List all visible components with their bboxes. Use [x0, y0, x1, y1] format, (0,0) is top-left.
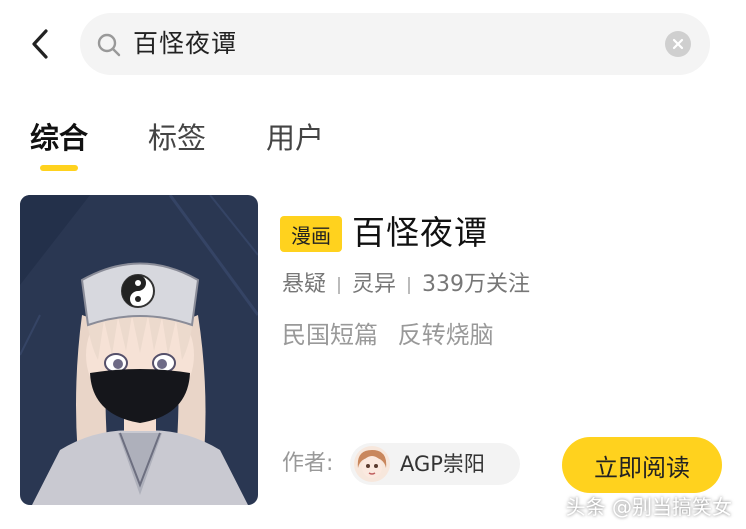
comic-cover[interactable]	[20, 195, 258, 505]
comic-title[interactable]: 百怪夜谭	[352, 210, 488, 256]
tab-users[interactable]: 用户	[266, 118, 324, 158]
back-arrow-icon	[32, 29, 48, 59]
avatar	[354, 446, 390, 482]
search-bar[interactable]: 百怪夜谭	[80, 13, 710, 75]
tab-tags[interactable]: 标签	[148, 118, 206, 158]
clear-button[interactable]	[665, 31, 691, 57]
search-input[interactable]: 百怪夜谭	[133, 28, 237, 60]
result-tabs: 综合 标签 用户	[0, 112, 746, 182]
author-chip[interactable]: AGP崇阳	[350, 443, 520, 485]
read-now-button[interactable]: 立即阅读	[562, 437, 722, 493]
meta-divider	[408, 276, 411, 294]
back-button[interactable]	[22, 24, 58, 64]
meta-divider	[338, 276, 341, 294]
comic-cover-art	[20, 195, 258, 505]
tag-label: 反转烧脑	[397, 321, 494, 349]
genre-label: 灵异	[352, 272, 397, 297]
tag-label: 民国短篇	[282, 321, 378, 349]
author-label: 作者:	[282, 451, 334, 476]
comic-meta: 悬疑 灵异 339万关注	[282, 268, 530, 302]
active-tab-indicator	[40, 165, 78, 171]
author-name: AGP崇阳	[400, 452, 485, 476]
tab-all[interactable]: 综合	[30, 118, 88, 158]
follower-count: 339万关注	[422, 272, 531, 297]
watermark: 头条 @别当搞笑女	[565, 495, 732, 519]
comic-tags: 民国短篇 反转烧脑	[282, 318, 506, 352]
genre-label: 悬疑	[282, 272, 327, 297]
comic-badge: 漫画	[280, 216, 342, 252]
search-icon	[97, 33, 121, 57]
clear-icon	[672, 38, 684, 50]
